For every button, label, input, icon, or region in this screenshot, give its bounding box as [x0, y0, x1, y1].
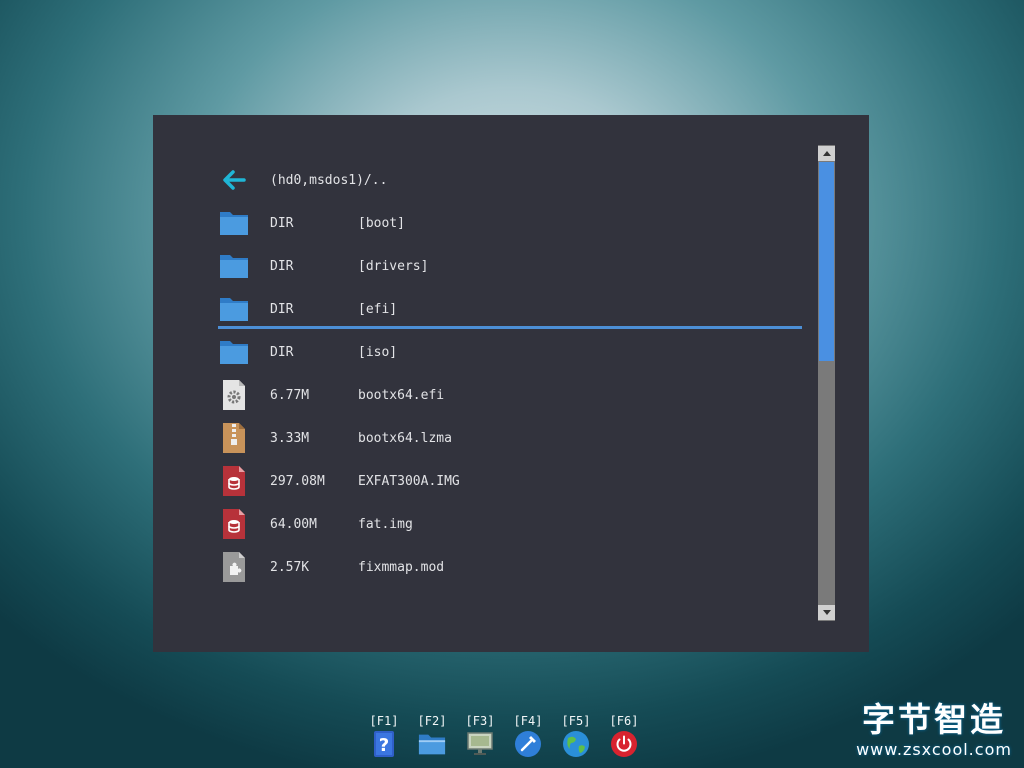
list-item[interactable]: DIR [boot]	[217, 203, 787, 243]
entry-name: [drivers]	[358, 258, 429, 274]
list-item-selected[interactable]: DIR [efi]	[217, 289, 787, 329]
list-item[interactable]: DIR [drivers]	[217, 246, 787, 286]
entry-size: DIR	[270, 258, 294, 274]
entry-size: 2.57K	[270, 559, 310, 575]
f2-files-button[interactable]: [F2]	[412, 713, 452, 758]
folder-icon	[418, 730, 446, 758]
parent-path-label: (hd0,msdos1)/..	[270, 172, 388, 188]
entry-size: 3.33M	[270, 430, 310, 446]
back-arrow-icon	[217, 163, 251, 197]
entry-size: 297.08M	[270, 473, 325, 489]
list-item[interactable]: DIR [iso]	[217, 332, 787, 372]
vertical-scrollbar[interactable]	[818, 145, 835, 621]
watermark-logo: 字节智造 www.zsxcool.com	[846, 700, 1022, 766]
list-item[interactable]: 64.00M fat.img	[217, 504, 787, 544]
module-file-icon	[217, 550, 251, 584]
entry-name: bootx64.lzma	[358, 430, 452, 446]
parent-directory-row[interactable]: (hd0,msdos1)/..	[217, 160, 787, 200]
entry-name: EXFAT300A.IMG	[358, 473, 460, 489]
disk-image-file-icon	[217, 507, 251, 541]
gear-file-icon	[217, 378, 251, 412]
f4-tools-button[interactable]: [F4]	[508, 713, 548, 758]
archive-file-icon	[217, 421, 251, 455]
entry-size: DIR	[270, 215, 294, 231]
selection-underline	[218, 326, 802, 329]
f1-help-button[interactable]: [F1] ?	[364, 713, 404, 758]
power-icon	[610, 730, 638, 758]
entry-name: [boot]	[358, 215, 405, 231]
entry-size: DIR	[270, 344, 294, 360]
scroll-up-button[interactable]	[818, 146, 835, 161]
f5-key-label: [F5]	[561, 714, 591, 728]
entry-size: 64.00M	[270, 516, 317, 532]
f6-key-label: [F6]	[609, 714, 639, 728]
display-icon	[466, 730, 494, 758]
watermark-title: 字节智造	[862, 700, 1006, 739]
scrollbar-thumb[interactable]	[819, 162, 834, 361]
disk-image-file-icon	[217, 464, 251, 498]
f2-key-label: [F2]	[417, 714, 447, 728]
list-item[interactable]: 2.57K fixmmap.mod	[217, 547, 787, 587]
list-item[interactable]: 3.33M bootx64.lzma	[217, 418, 787, 458]
tools-icon	[514, 730, 542, 758]
entry-name: fixmmap.mod	[358, 559, 445, 575]
f4-key-label: [F4]	[513, 714, 543, 728]
list-item[interactable]: 297.08M EXFAT300A.IMG	[217, 461, 787, 501]
entry-name: [efi]	[358, 301, 398, 317]
entry-size: 6.77M	[270, 387, 310, 403]
folder-icon	[217, 335, 251, 369]
entry-name: [iso]	[358, 344, 398, 360]
entry-size: DIR	[270, 301, 294, 317]
scroll-down-button[interactable]	[818, 605, 835, 620]
file-browser-panel: (hd0,msdos1)/.. DIR [boot] DIR [drivers]…	[153, 115, 869, 652]
help-icon: ?	[370, 730, 398, 758]
globe-icon	[562, 730, 590, 758]
f3-key-label: [F3]	[465, 714, 495, 728]
folder-icon	[217, 206, 251, 240]
folder-icon	[217, 249, 251, 283]
f1-key-label: [F1]	[369, 714, 399, 728]
entry-name: fat.img	[358, 516, 413, 532]
f3-display-button[interactable]: [F3]	[460, 713, 500, 758]
folder-icon	[217, 292, 251, 326]
list-item[interactable]: 6.77M bootx64.efi	[217, 375, 787, 415]
f6-power-button[interactable]: [F6]	[604, 713, 644, 758]
entry-name: bootx64.efi	[358, 387, 445, 403]
svg-text:?: ?	[379, 735, 389, 756]
chevron-up-icon	[822, 151, 831, 156]
chevron-down-icon	[822, 610, 831, 615]
f5-network-button[interactable]: [F5]	[556, 713, 596, 758]
watermark-url: www.zsxcool.com	[856, 740, 1012, 759]
